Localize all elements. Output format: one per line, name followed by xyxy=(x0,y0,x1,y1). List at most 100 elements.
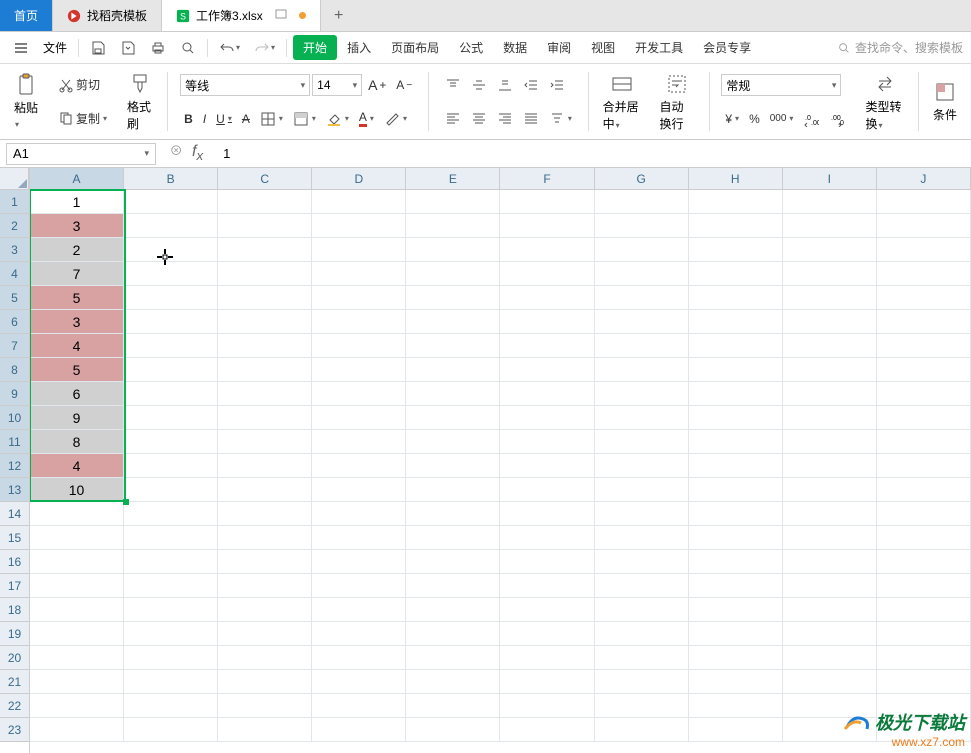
redo-icon[interactable]: ▾ xyxy=(249,37,280,59)
cell[interactable] xyxy=(124,622,218,646)
comma-icon[interactable]: 000▾ xyxy=(766,111,798,126)
row-header[interactable]: 1 xyxy=(0,190,29,214)
decrease-indent-icon[interactable] xyxy=(519,75,543,95)
cell[interactable] xyxy=(877,430,971,454)
cell[interactable] xyxy=(218,310,312,334)
row-header[interactable]: 7 xyxy=(0,334,29,358)
cell[interactable] xyxy=(783,670,877,694)
cell[interactable] xyxy=(406,622,500,646)
selection-handle[interactable] xyxy=(123,499,129,505)
cell[interactable] xyxy=(689,430,783,454)
cell[interactable] xyxy=(124,478,218,502)
cell[interactable] xyxy=(689,598,783,622)
tab-home[interactable]: 首页 xyxy=(0,0,53,31)
cell[interactable] xyxy=(783,406,877,430)
cell[interactable] xyxy=(312,262,406,286)
cell[interactable] xyxy=(124,238,218,262)
cell[interactable] xyxy=(500,310,594,334)
cell[interactable] xyxy=(30,598,124,622)
cell[interactable] xyxy=(500,478,594,502)
menu-tab-6[interactable]: 视图 xyxy=(581,35,625,60)
cell[interactable] xyxy=(406,574,500,598)
cell[interactable] xyxy=(218,550,312,574)
borders-button[interactable]: ▾ xyxy=(256,109,287,129)
cell[interactable] xyxy=(595,646,689,670)
cell[interactable] xyxy=(877,382,971,406)
cell[interactable] xyxy=(312,646,406,670)
cell[interactable] xyxy=(689,406,783,430)
cell[interactable] xyxy=(783,310,877,334)
cell[interactable] xyxy=(877,598,971,622)
cell[interactable] xyxy=(689,550,783,574)
font-size-combo[interactable]: 14▾ xyxy=(312,74,362,96)
cell[interactable] xyxy=(877,526,971,550)
cell[interactable] xyxy=(218,430,312,454)
cell[interactable] xyxy=(595,382,689,406)
cell[interactable] xyxy=(500,262,594,286)
align-center-icon[interactable] xyxy=(467,108,491,128)
font-color-button[interactable]: A▾ xyxy=(355,108,378,129)
cell[interactable] xyxy=(595,550,689,574)
conditional-format-button[interactable]: 条件 xyxy=(927,68,963,135)
formula-input[interactable]: 1 xyxy=(217,146,971,161)
cell[interactable] xyxy=(312,406,406,430)
row-header[interactable]: 4 xyxy=(0,262,29,286)
row-header[interactable]: 19 xyxy=(0,622,29,646)
cell[interactable] xyxy=(30,622,124,646)
menu-tab-8[interactable]: 会员专享 xyxy=(693,35,761,60)
cell[interactable] xyxy=(124,406,218,430)
cell[interactable] xyxy=(406,406,500,430)
cell[interactable] xyxy=(218,598,312,622)
cell[interactable] xyxy=(312,694,406,718)
cell[interactable] xyxy=(312,214,406,238)
row-header[interactable]: 2 xyxy=(0,214,29,238)
cell[interactable] xyxy=(124,694,218,718)
cell[interactable] xyxy=(124,502,218,526)
cell[interactable] xyxy=(689,574,783,598)
cell[interactable] xyxy=(783,238,877,262)
cell[interactable]: 3 xyxy=(30,214,124,238)
cell[interactable] xyxy=(312,574,406,598)
cell[interactable] xyxy=(595,478,689,502)
cell[interactable]: 1 xyxy=(30,190,124,214)
cell[interactable] xyxy=(406,670,500,694)
cell[interactable] xyxy=(218,286,312,310)
cell[interactable] xyxy=(312,622,406,646)
cell[interactable] xyxy=(218,214,312,238)
row-header[interactable]: 18 xyxy=(0,598,29,622)
cell[interactable] xyxy=(218,718,312,742)
cell[interactable] xyxy=(218,646,312,670)
copy-button[interactable]: 复制▾ xyxy=(54,108,111,129)
font-family-combo[interactable]: 等线▾ xyxy=(180,74,310,96)
cell[interactable] xyxy=(689,358,783,382)
cell[interactable]: 2 xyxy=(30,238,124,262)
cell[interactable] xyxy=(595,718,689,742)
cell[interactable] xyxy=(877,574,971,598)
cell[interactable] xyxy=(312,502,406,526)
increase-decimal-icon[interactable]: .0.00 xyxy=(799,109,823,129)
cell[interactable] xyxy=(689,478,783,502)
cell[interactable]: 4 xyxy=(30,334,124,358)
cell[interactable] xyxy=(595,334,689,358)
col-header[interactable]: E xyxy=(406,168,500,189)
menu-tab-0[interactable]: 开始 xyxy=(293,35,337,60)
cell[interactable] xyxy=(689,334,783,358)
cell[interactable] xyxy=(783,550,877,574)
cell[interactable] xyxy=(595,694,689,718)
col-header[interactable]: G xyxy=(595,168,689,189)
menu-tab-5[interactable]: 审阅 xyxy=(537,35,581,60)
cell[interactable] xyxy=(406,550,500,574)
row-header[interactable]: 3 xyxy=(0,238,29,262)
print-preview-icon[interactable] xyxy=(175,37,201,59)
cell[interactable] xyxy=(124,670,218,694)
cell[interactable] xyxy=(124,310,218,334)
name-box[interactable]: A1▾ xyxy=(6,143,156,165)
cell[interactable] xyxy=(783,526,877,550)
cell[interactable] xyxy=(30,574,124,598)
cell[interactable] xyxy=(218,382,312,406)
row-header[interactable]: 15 xyxy=(0,526,29,550)
cell[interactable] xyxy=(30,526,124,550)
row-header[interactable]: 14 xyxy=(0,502,29,526)
cell[interactable] xyxy=(124,454,218,478)
cell[interactable] xyxy=(783,502,877,526)
